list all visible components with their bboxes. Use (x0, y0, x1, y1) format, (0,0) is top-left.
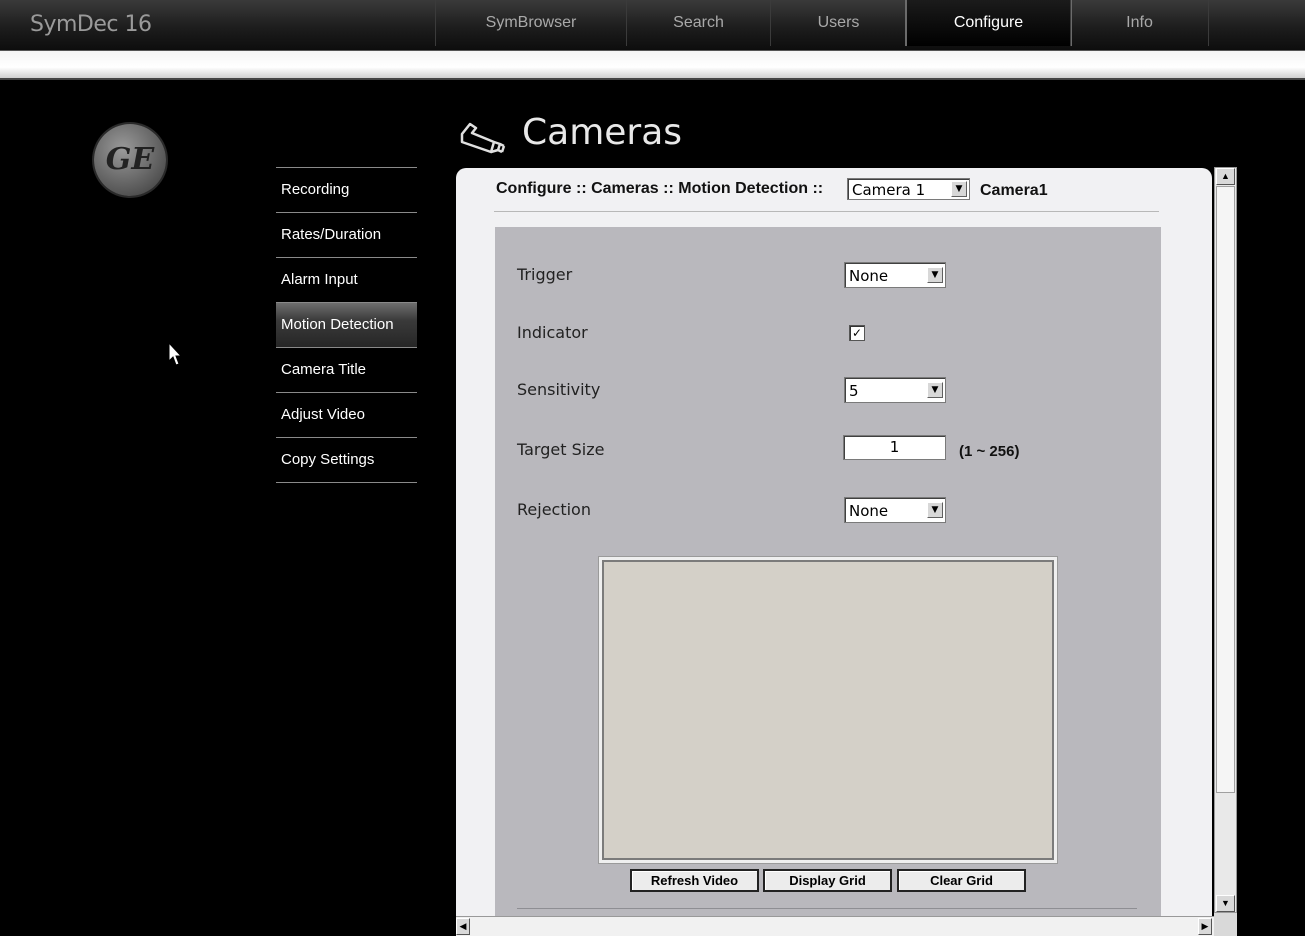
trigger-select-value: None (849, 267, 889, 285)
check-mark-icon: ✓ (851, 326, 863, 340)
target-size-input[interactable]: 1 (843, 435, 946, 460)
header-band (0, 51, 1305, 80)
sensitivity-select[interactable]: 5 ▼ (844, 377, 946, 403)
nav-item-copy-settings[interactable]: Copy Settings (276, 438, 417, 483)
camera-icon (460, 122, 506, 154)
scrollbar-thumb[interactable] (1216, 186, 1235, 793)
camera-select-value: Camera 1 (852, 181, 926, 199)
dropdown-arrow-icon[interactable]: ▼ (927, 382, 943, 398)
clear-grid-button[interactable]: Clear Grid (897, 869, 1026, 892)
refresh-video-button[interactable]: Refresh Video (630, 869, 759, 892)
mouse-pointer-icon (168, 342, 182, 366)
tab-info[interactable]: Info (1070, 0, 1208, 46)
tab-search[interactable]: Search (626, 0, 770, 46)
horizontal-scrollbar[interactable]: ◀ ▶ (456, 916, 1214, 936)
target-size-range: (1 ~ 256) (959, 443, 1020, 460)
tab-spacer (1208, 0, 1305, 46)
config-nav: Recording Rates/Duration Alarm Input Mot… (276, 167, 417, 483)
trigger-label: Trigger (517, 265, 573, 284)
dropdown-arrow-icon[interactable]: ▼ (927, 502, 943, 518)
video-preview[interactable] (599, 557, 1057, 863)
vertical-scrollbar[interactable]: ▲ ▼ (1214, 167, 1237, 913)
nav-item-adjust-video[interactable]: Adjust Video (276, 393, 417, 438)
dropdown-arrow-icon[interactable]: ▼ (927, 267, 943, 283)
display-grid-button[interactable]: Display Grid (763, 869, 892, 892)
nav-item-rates-duration[interactable]: Rates/Duration (276, 213, 417, 258)
rejection-select-value: None (849, 502, 889, 520)
rejection-select[interactable]: None ▼ (844, 497, 946, 523)
trigger-select[interactable]: None ▼ (844, 262, 946, 288)
logo-text: GE (105, 142, 155, 177)
scroll-up-icon[interactable]: ▲ (1216, 168, 1235, 185)
nav-item-camera-title[interactable]: Camera Title (276, 348, 417, 393)
rejection-label: Rejection (517, 500, 591, 519)
divider (517, 908, 1137, 909)
settings-panel: Configure :: Cameras :: Motion Detection… (456, 168, 1212, 936)
scroll-down-icon[interactable]: ▼ (1216, 895, 1235, 912)
nav-item-motion-detection[interactable]: Motion Detection (276, 303, 417, 348)
scrollbar-corner (1214, 913, 1237, 936)
dropdown-arrow-icon[interactable]: ▼ (951, 181, 967, 197)
tab-symbrowser[interactable]: SymBrowser (435, 0, 626, 46)
nav-item-alarm-input[interactable]: Alarm Input (276, 258, 417, 303)
top-navigation-bar: SymDec 16 SymBrowser Search Users Config… (0, 0, 1305, 51)
scroll-left-icon[interactable]: ◀ (456, 918, 470, 935)
tab-configure[interactable]: Configure (905, 0, 1072, 46)
page-title: Cameras (522, 112, 683, 153)
tab-users[interactable]: Users (770, 0, 906, 46)
target-size-label: Target Size (517, 440, 605, 459)
camera-select[interactable]: Camera 1 ▼ (847, 178, 970, 200)
app-title: SymDec 16 (30, 12, 152, 37)
motion-detection-form: Trigger None ▼ Indicator ✓ Sensitivity 5… (495, 227, 1161, 936)
scroll-right-icon[interactable]: ▶ (1198, 918, 1212, 935)
ge-logo: GE (94, 124, 166, 196)
sensitivity-label: Sensitivity (517, 380, 601, 399)
indicator-checkbox[interactable]: ✓ (849, 325, 865, 341)
indicator-label: Indicator (517, 323, 588, 342)
camera-name: Camera1 (980, 182, 1048, 199)
nav-item-recording[interactable]: Recording (276, 168, 417, 213)
divider (494, 211, 1159, 212)
breadcrumb: Configure :: Cameras :: Motion Detection… (496, 180, 824, 197)
sensitivity-select-value: 5 (849, 382, 859, 400)
